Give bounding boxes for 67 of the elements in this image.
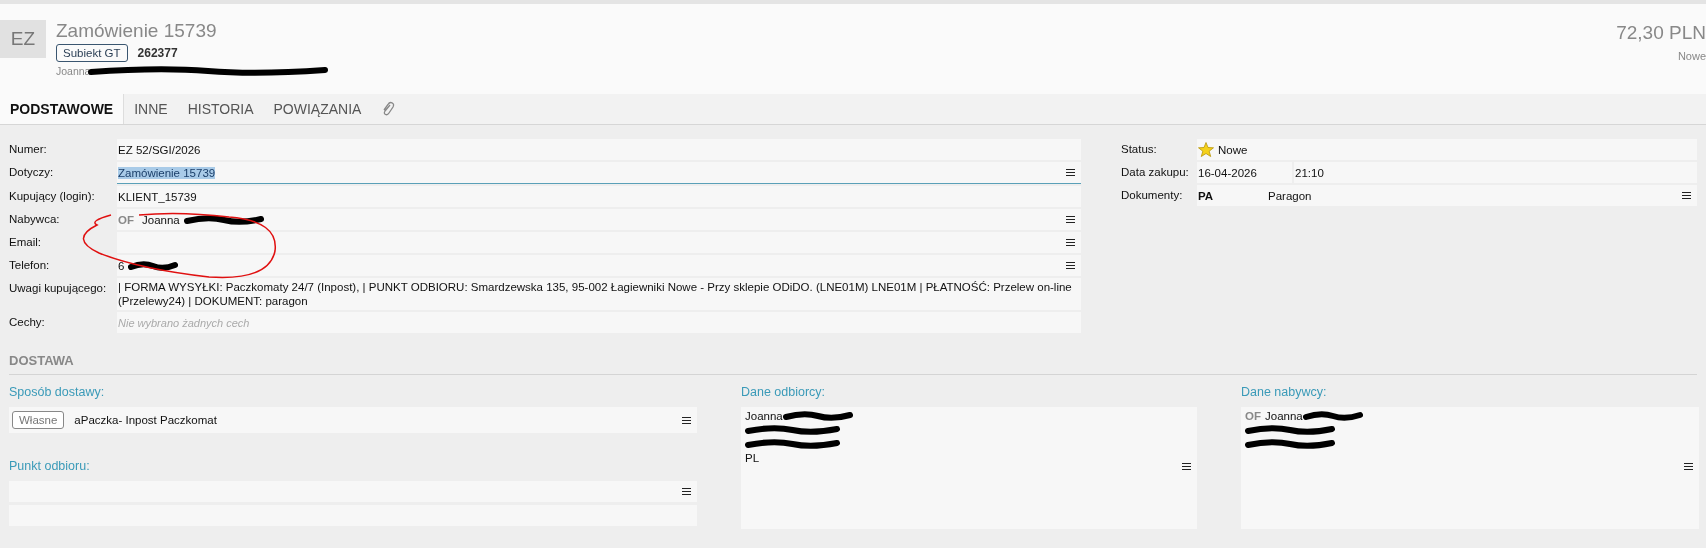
order-number: 262377	[137, 46, 178, 60]
section-label: Dane nabywcy:	[1241, 385, 1328, 399]
delivery-method-field[interactable]: Własne aPaczka- Inpost Paczkomat	[9, 407, 697, 433]
status-text: Nowe	[1218, 143, 1248, 156]
placeholder-text: Nie wybrano żadnych cech	[118, 316, 250, 329]
prefix-tag: OF	[1245, 410, 1261, 422]
field-label: Data zakupu:	[1121, 165, 1190, 180]
menu-icon[interactable]	[1066, 261, 1075, 270]
field-value[interactable]: KLIENT_15739	[117, 186, 1081, 207]
address-line: PL	[745, 452, 760, 464]
field-label: Dotyczy:	[9, 165, 55, 180]
value-text: KLIENT_15739	[118, 190, 197, 203]
value-text: EZ 52/SGI/2026	[118, 143, 201, 156]
menu-icon[interactable]	[1182, 462, 1191, 471]
section-label: Punkt odbioru:	[9, 459, 91, 473]
menu-icon[interactable]	[1066, 168, 1075, 177]
tab[interactable]: POWIĄZANIA	[263, 94, 372, 124]
source-tag: Subiekt GT	[56, 44, 128, 62]
tab[interactable]: HISTORIA	[177, 94, 264, 124]
value-text: Joanna	[142, 213, 180, 226]
menu-icon[interactable]	[1684, 462, 1693, 471]
value-text: 6	[118, 259, 125, 272]
document-code: PA	[1198, 189, 1215, 202]
address-line: Joanna	[1265, 410, 1303, 422]
value-text: aPaczka- Inpost Paczkomat	[74, 414, 217, 426]
section-label: Dane odbiorcy:	[741, 385, 827, 399]
section-title: DOSTAWA	[9, 353, 1697, 375]
tab[interactable]: INNE	[124, 94, 178, 124]
field-label: Kupujący (login):	[9, 189, 96, 204]
recipient-address-box[interactable]: Joanna PL	[741, 407, 1197, 529]
order-title: Zamówienie 15739	[56, 20, 218, 42]
field-label: Cechy:	[9, 315, 46, 330]
field-value[interactable]: OF Joanna	[117, 209, 1081, 230]
field-label: Nabywca:	[9, 212, 61, 227]
tab[interactable]: PODSTAWOWE	[0, 94, 125, 124]
field-value[interactable]: Zamówienie 15739	[117, 162, 1081, 184]
prefix-tag: OF	[118, 213, 134, 226]
menu-icon[interactable]	[682, 415, 691, 425]
field-label: Numer:	[9, 142, 48, 157]
customer-address: Joanna	[56, 65, 91, 77]
field-label: Telefon:	[9, 258, 51, 273]
menu-icon[interactable]	[1066, 238, 1075, 247]
field-label: Status:	[1121, 142, 1158, 157]
own-tag: Własne	[12, 411, 65, 429]
pickup-point-field[interactable]	[9, 481, 697, 502]
document-name: Paragon	[1268, 189, 1312, 202]
field-label: Dokumenty:	[1121, 188, 1184, 203]
time-field[interactable]: 21:10	[1294, 162, 1697, 183]
field-label: Email:	[9, 235, 42, 250]
menu-icon[interactable]	[1066, 215, 1075, 224]
paperclip-icon	[381, 101, 396, 117]
field-value[interactable]: PA Paragon	[1197, 185, 1697, 206]
date-field[interactable]: 16-04-2026	[1197, 162, 1292, 183]
field-value[interactable]: EZ 52/SGI/2026	[117, 139, 1081, 160]
value-text: Zamówienie 15739	[118, 166, 216, 179]
star-icon	[1198, 142, 1214, 157]
document-type-badge: EZ	[0, 20, 46, 58]
field-value[interactable]	[117, 232, 1081, 253]
buyer-address-box[interactable]: OF Joanna	[1241, 407, 1699, 529]
order-amount: 72,30 PLN	[1616, 22, 1706, 44]
menu-icon[interactable]	[682, 487, 691, 496]
order-status: Nowe	[1676, 50, 1706, 62]
field-label: Uwagi kupującego:	[9, 281, 108, 296]
menu-icon[interactable]	[1682, 191, 1691, 200]
section-label: Sposób dostawy:	[9, 385, 106, 399]
field-value[interactable]: 6	[117, 255, 1081, 276]
address-line: Joanna	[745, 410, 783, 422]
